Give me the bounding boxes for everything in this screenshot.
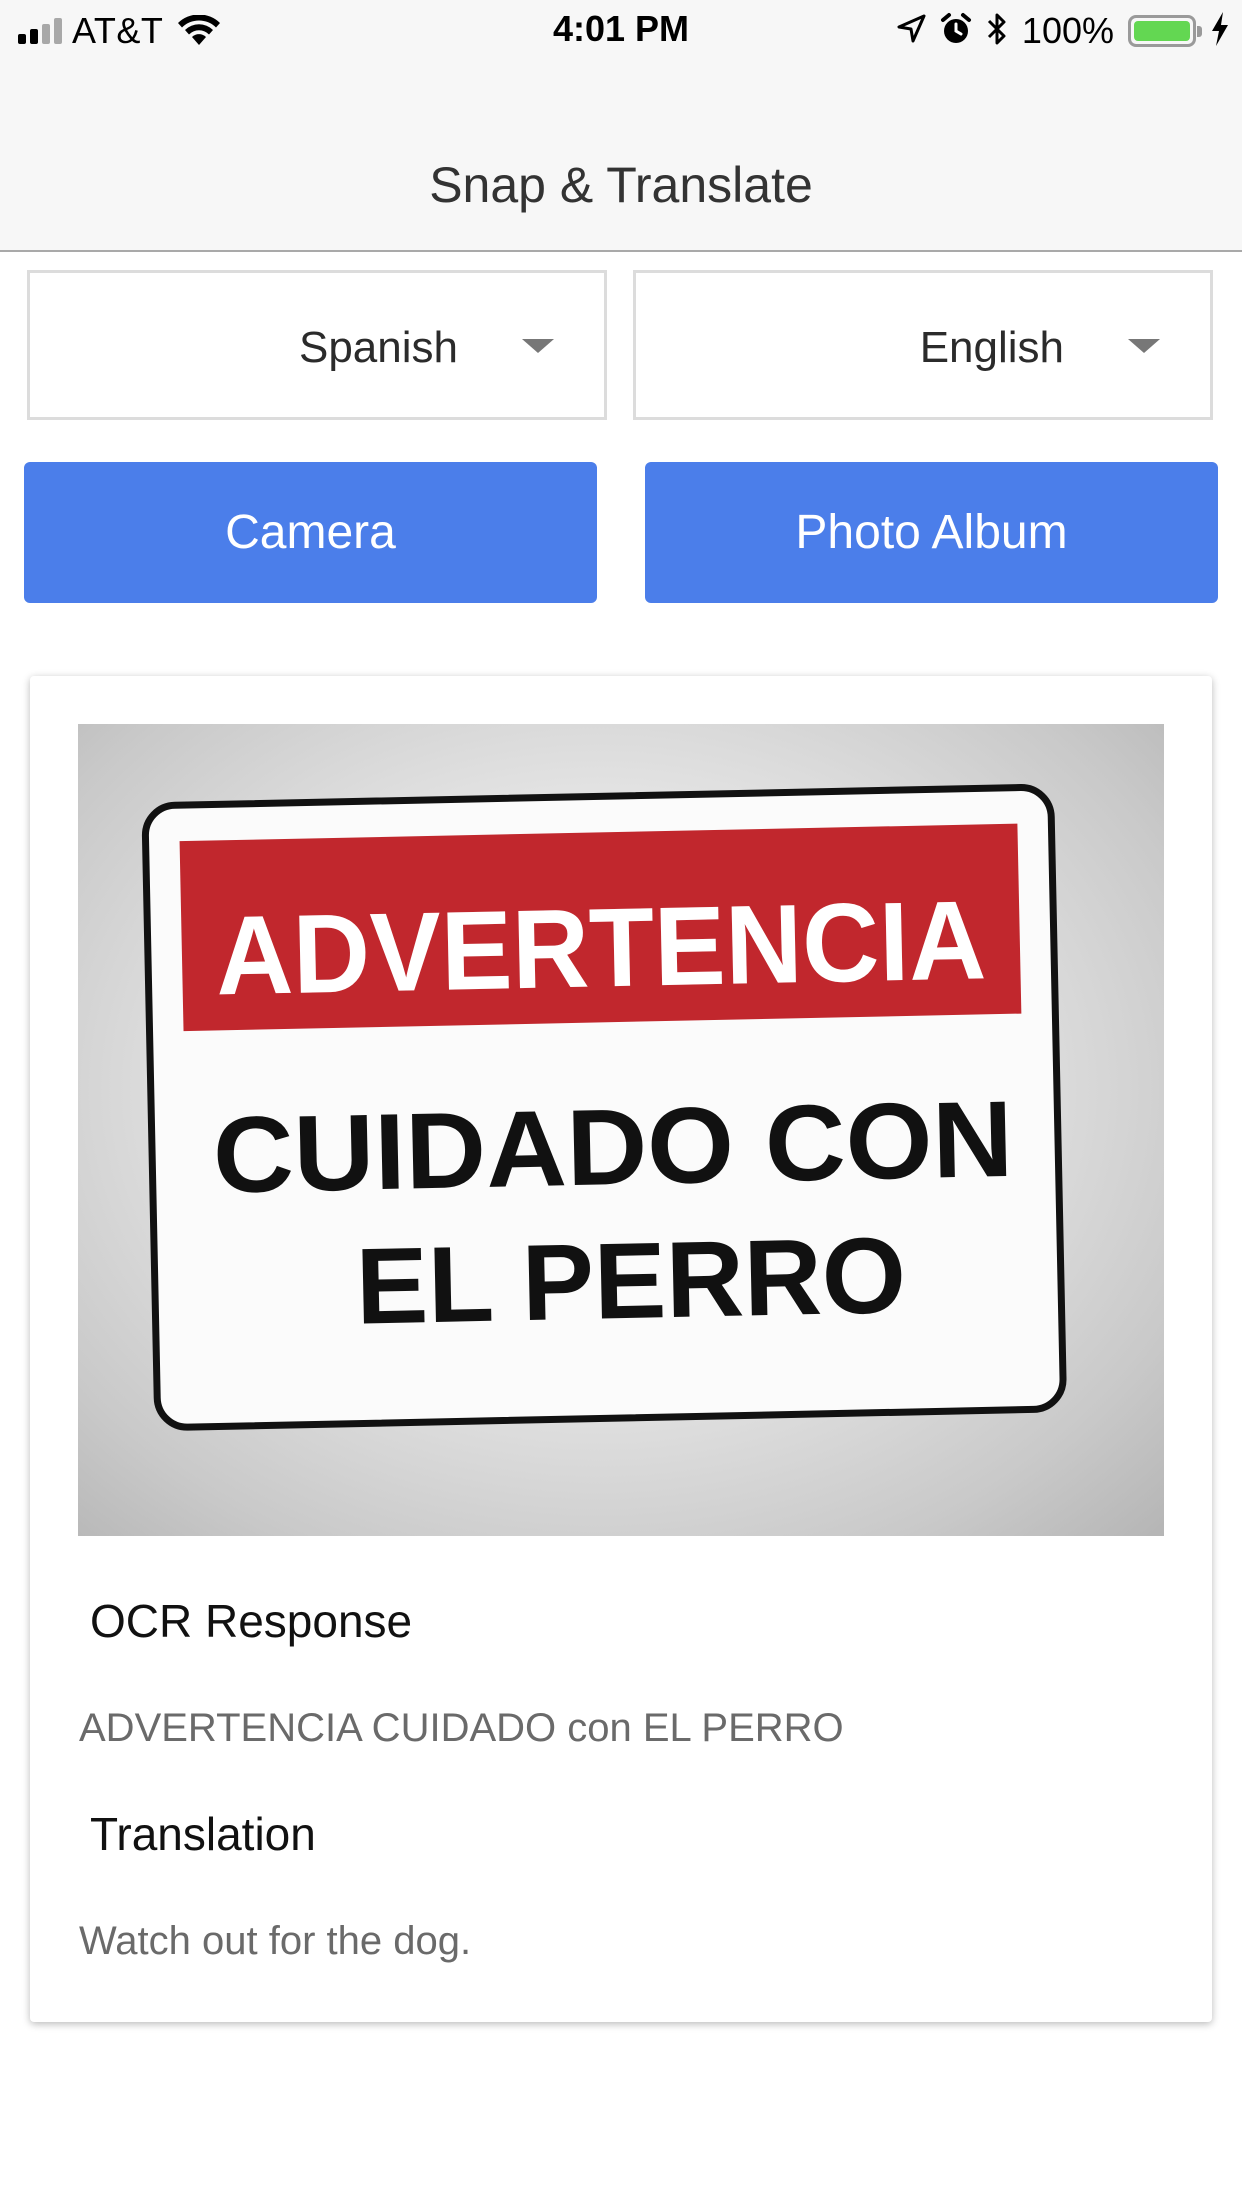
alarm-icon <box>940 12 972 51</box>
status-bar: AT&T 4:01 PM 100% <box>0 0 1242 60</box>
chevron-down-icon <box>1128 339 1160 353</box>
captured-photo: ADVERTENCIA CUIDADO CON EL PERRO <box>78 724 1164 1536</box>
result-card: ADVERTENCIA CUIDADO CON EL PERRO OCR Res… <box>30 676 1212 2022</box>
translation-heading: Translation <box>90 1808 316 1860</box>
target-language-select[interactable]: English <box>633 270 1213 420</box>
ocr-response-heading: OCR Response <box>90 1595 413 1647</box>
source-language-label: Spanish <box>298 323 458 372</box>
sign-line-1: CUIDADO CON <box>212 1078 1014 1216</box>
translation-text: Watch out for the dog. <box>79 1919 472 1963</box>
battery-icon <box>1128 15 1202 47</box>
navigation-bar: Snap & Translate <box>0 60 1242 252</box>
photo-album-button[interactable]: Photo Album <box>645 462 1218 603</box>
battery-percent: 100% <box>1021 10 1114 51</box>
camera-button[interactable]: Camera <box>24 462 597 603</box>
chevron-down-icon <box>522 339 554 353</box>
charging-bolt-icon <box>1210 11 1230 52</box>
sign-line-2: EL PERRO <box>355 1214 907 1346</box>
status-right: 100% <box>896 10 1230 52</box>
page-title: Snap & Translate <box>429 157 813 213</box>
source-language-select[interactable]: Spanish <box>27 270 607 420</box>
app-screen: AT&T 4:01 PM 100% Snap & Translate Spani… <box>0 0 1242 2208</box>
sign-banner-text: ADVERTENCIA <box>215 877 987 1018</box>
location-arrow-icon <box>896 14 926 49</box>
bluetooth-icon <box>986 11 1008 52</box>
target-language-label: English <box>919 323 1064 372</box>
ocr-response-text: ADVERTENCIA CUIDADO con EL PERRO <box>79 1706 844 1750</box>
battery-level-fill <box>1134 21 1190 41</box>
